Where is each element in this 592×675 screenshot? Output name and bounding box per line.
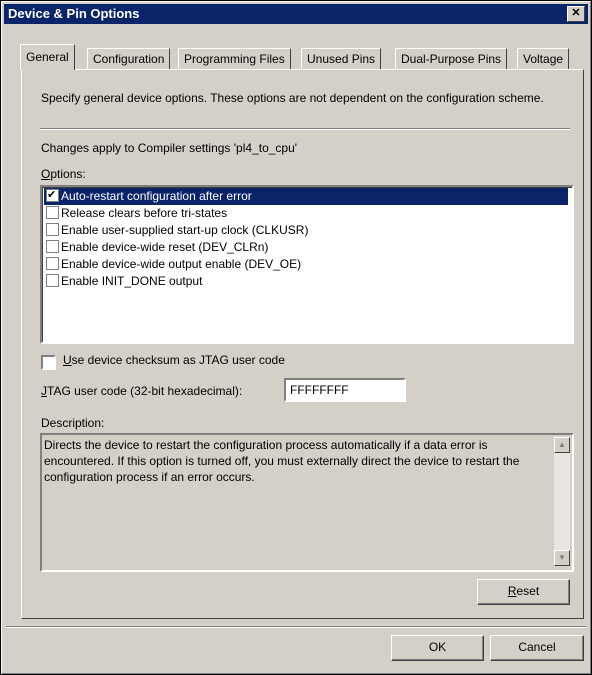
tab-programming-files[interactable]: Programming Files <box>178 48 291 70</box>
description-label: Description: <box>41 416 105 430</box>
options-listbox[interactable]: Auto-restart configuration after error R… <box>40 185 574 344</box>
cancel-button[interactable]: Cancel <box>490 635 584 661</box>
option-clkusr[interactable]: Enable user-supplied start-up clock (CLK… <box>44 222 568 239</box>
checkbox[interactable] <box>46 240 59 253</box>
intro-text: Specify general device options. These op… <box>41 91 544 105</box>
description-scrollbar[interactable]: ▲ ▼ <box>554 437 570 566</box>
tab-unused-pins[interactable]: Unused Pins <box>301 48 382 70</box>
scroll-up-icon[interactable]: ▲ <box>554 437 570 453</box>
description-box: Directs the device to restart the config… <box>40 433 574 572</box>
checkbox[interactable] <box>46 223 59 236</box>
tab-voltage[interactable]: Voltage <box>517 48 570 70</box>
description-text: Directs the device to restart the config… <box>44 438 520 484</box>
checkbox[interactable] <box>46 257 59 270</box>
option-init-done[interactable]: Enable INIT_DONE output <box>44 273 568 290</box>
close-icon: ✕ <box>571 7 581 19</box>
option-auto-restart[interactable]: Auto-restart configuration after error <box>44 187 568 205</box>
reset-button[interactable]: Reset <box>477 579 570 605</box>
title-bar[interactable]: Device & Pin Options ✕ <box>4 4 588 24</box>
tab-configuration[interactable]: Configuration <box>87 48 171 70</box>
dialog-title: Device & Pin Options <box>8 6 140 21</box>
option-dev-oe[interactable]: Enable device-wide output enable (DEV_OE… <box>44 256 568 273</box>
tab-dual-purpose-pins[interactable]: Dual-Purpose Pins <box>395 48 508 70</box>
close-button[interactable]: ✕ <box>567 6 585 22</box>
tab-general[interactable]: General <box>20 44 75 70</box>
use-checksum-label[interactable]: Use device checksum as JTAG user code <box>63 353 285 367</box>
checkbox-checked[interactable] <box>46 187 59 204</box>
scroll-down-icon[interactable]: ▼ <box>554 550 570 566</box>
checkbox[interactable] <box>46 274 59 287</box>
divider <box>40 128 570 130</box>
compiler-settings-note: Changes apply to Compiler settings 'pl4_… <box>41 141 298 155</box>
ok-button[interactable]: OK <box>391 635 484 661</box>
checkbox[interactable] <box>46 206 59 219</box>
options-label: Options: <box>41 167 86 181</box>
use-checksum-checkbox[interactable] <box>41 355 56 370</box>
jtag-user-code-label: JTAG user code (32-bit hexadecimal): <box>41 384 243 398</box>
jtag-user-code-input[interactable]: FFFFFFFF <box>284 378 406 402</box>
option-dev-clrn[interactable]: Enable device-wide reset (DEV_CLRn) <box>44 239 568 256</box>
option-release-clears[interactable]: Release clears before tri-states <box>44 205 568 222</box>
footer-divider <box>6 626 586 628</box>
